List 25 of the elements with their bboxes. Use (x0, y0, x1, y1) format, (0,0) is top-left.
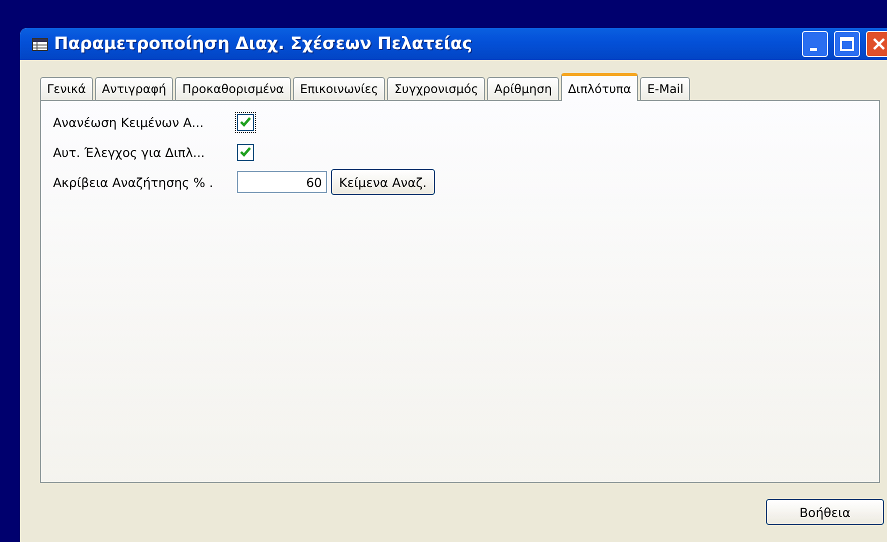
maximize-icon (840, 37, 854, 51)
tab[interactable]: Διπλότυπα (560, 73, 638, 101)
minimize-icon (810, 48, 817, 50)
tab[interactable]: Αρίθμηση (487, 77, 559, 101)
tab[interactable]: Αντιγραφή (94, 77, 174, 101)
tab[interactable]: Επικοινωνίες (292, 77, 386, 101)
close-button[interactable] (866, 31, 887, 57)
help-button[interactable]: Βοήθεια (766, 499, 884, 525)
maximize-button[interactable] (834, 31, 860, 57)
check-icon (240, 147, 251, 157)
table-icon (32, 38, 48, 50)
field-label: Αυτ. Έλεγχος για Διπλ... (53, 144, 206, 160)
number-field[interactable]: 60 (237, 171, 327, 193)
tab[interactable]: Γενικά (40, 77, 93, 101)
checkbox[interactable] (237, 144, 254, 160)
field-label: Ανανέωση Κειμένων Α... (53, 114, 205, 130)
field-label: Ακρίβεια Αναζήτησης % . (53, 174, 214, 190)
tab[interactable]: E-Mail (640, 77, 690, 101)
minimize-button[interactable] (802, 31, 828, 57)
tab[interactable]: Συγχρονισμός (387, 77, 486, 101)
search-texts-button[interactable]: Κείμενα Αναζ. (331, 169, 435, 195)
check-icon (240, 117, 251, 127)
window-title: Παραμετροποίηση Διαχ. Σχέσεων Πελατείας (54, 34, 474, 54)
close-icon (872, 37, 886, 51)
tab[interactable]: Προκαθορισμένα (175, 77, 291, 101)
